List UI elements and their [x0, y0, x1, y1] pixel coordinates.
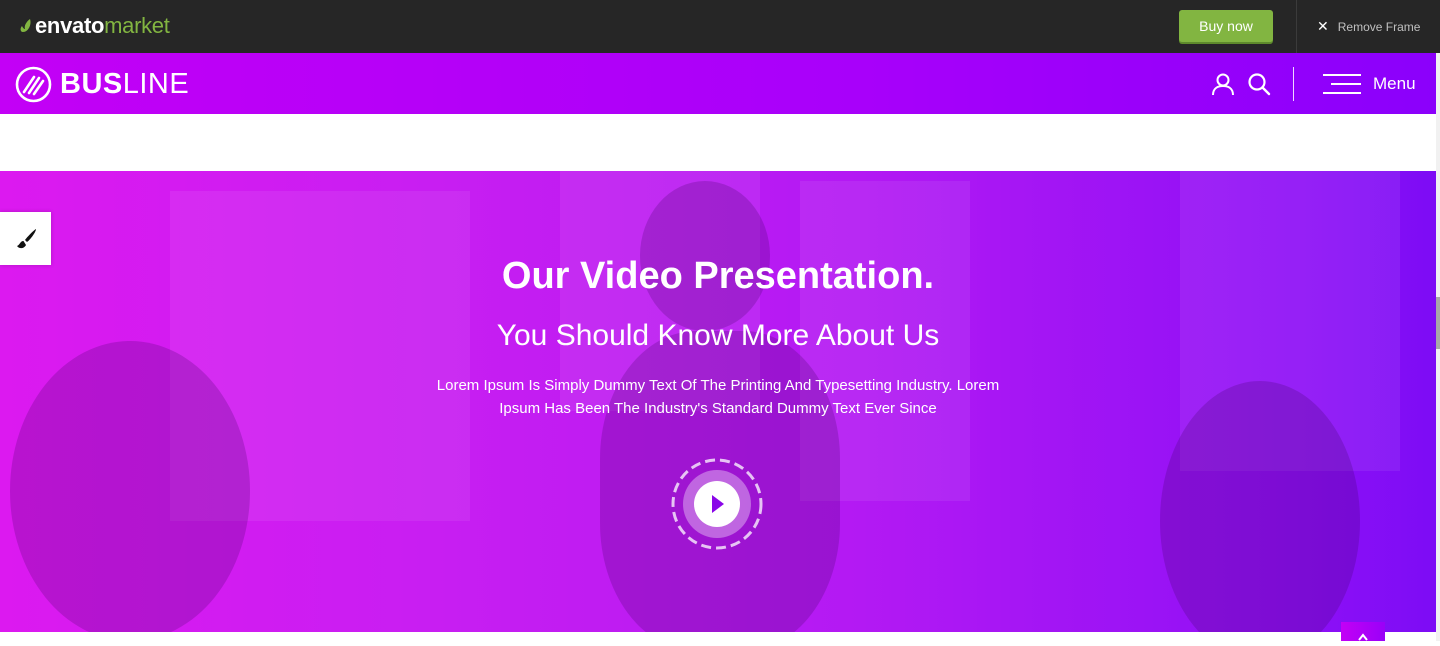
- section-title: Our Video Presentation.: [501, 255, 935, 297]
- buy-now-button[interactable]: Buy now: [1179, 10, 1273, 42]
- busline-logo[interactable]: BUS LINE: [15, 65, 189, 103]
- envato-logo-word: envato: [35, 13, 105, 38]
- section-description: Lorem Ipsum Is Simply Dummy Text Of The …: [398, 374, 1038, 420]
- market-logo-word: market: [104, 13, 170, 38]
- envato-leaf-icon: [20, 19, 31, 32]
- envato-top-bar: envato market Buy now ✕ Remove Frame: [0, 0, 1440, 53]
- logo-text-light: LINE: [122, 67, 190, 100]
- hamburger-icon: [1323, 74, 1361, 94]
- busline-logo-icon: [15, 66, 52, 102]
- video-presentation-section: Our Video Presentation. You Should Know …: [0, 171, 1436, 632]
- chevron-up-icon: [1358, 633, 1368, 641]
- user-icon[interactable]: [1211, 72, 1235, 96]
- search-icon[interactable]: [1247, 72, 1271, 96]
- logo-text-bold: BUS: [60, 67, 123, 100]
- next-section-edge: [0, 632, 1436, 641]
- envato-market-logo[interactable]: envato market: [20, 13, 170, 39]
- play-video-button[interactable]: [671, 458, 763, 550]
- style-switcher-tab[interactable]: [0, 212, 51, 265]
- remove-frame-label: Remove Frame: [1337, 19, 1421, 34]
- menu-label: Menu: [1373, 74, 1416, 93]
- description-line: Lorem Ipsum Is Simply Dummy Text Of The …: [436, 377, 1000, 394]
- scrollbar-thumb[interactable]: [1436, 297, 1440, 349]
- close-icon: ✕: [1317, 18, 1329, 34]
- menu-toggle-button[interactable]: Menu: [1323, 72, 1416, 96]
- section-subtitle: You Should Know More About Us: [496, 319, 940, 352]
- header-divider: [1293, 67, 1294, 101]
- spacer: [0, 114, 1436, 171]
- back-to-top-button[interactable]: [1341, 622, 1385, 641]
- remove-frame-button[interactable]: ✕ Remove Frame: [1296, 0, 1440, 53]
- description-line: Ipsum Has Been The Industry's Standard D…: [499, 400, 937, 417]
- background-person-left: [10, 341, 250, 632]
- paintbrush-icon: [16, 228, 36, 248]
